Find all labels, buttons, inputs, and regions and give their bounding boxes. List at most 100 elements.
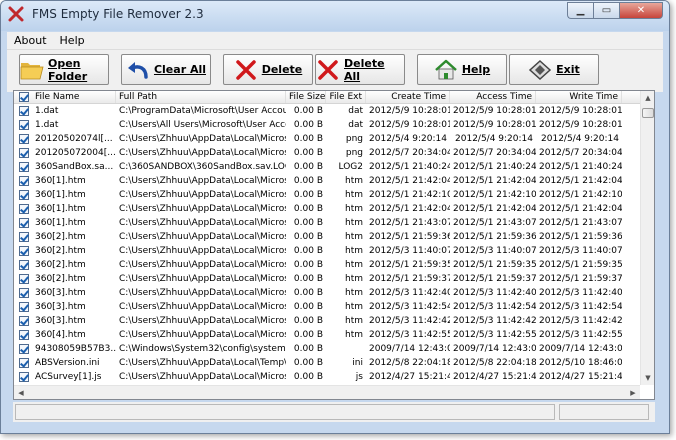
header-full-path[interactable]: Full Path xyxy=(116,91,286,103)
cell-path: C:\Users\Zhhuu\AppData\Local\Microso... xyxy=(119,134,286,144)
cell-create: 2012/5/4 9:20:14 xyxy=(369,134,447,144)
row-checkbox[interactable] xyxy=(19,274,29,284)
table-row[interactable]: 1.dat C:\Users\All Users\Microsoft\User A… xyxy=(14,118,640,132)
cell-create: 2009/7/14 12:43:06 xyxy=(369,344,450,354)
header-access-time[interactable]: Access Time xyxy=(450,91,536,103)
table-row[interactable]: 94308059B57B3... C:\Windows\System32\conf… xyxy=(14,342,640,356)
row-checkbox[interactable] xyxy=(19,176,29,186)
help-button[interactable]: Help xyxy=(417,54,507,85)
scroll-left-icon[interactable]: ◀ xyxy=(14,386,28,399)
cell-ext: htm xyxy=(345,176,363,186)
cell-name: 1.dat xyxy=(35,120,59,130)
table-row[interactable]: 360[2].htm C:\Users\Zhhuu\AppData\Local\M… xyxy=(14,272,640,286)
cell-write: 2012/5/4 9:20:14 xyxy=(541,134,619,144)
cell-access: 2012/5/9 10:28:01 xyxy=(453,120,536,130)
cell-create: 2012/5/3 11:42:40 xyxy=(369,288,450,298)
row-checkbox[interactable] xyxy=(19,330,29,340)
delete-all-button[interactable]: Delete All xyxy=(315,54,405,85)
cell-access: 2012/5/1 21:59:36 xyxy=(453,232,536,242)
cell-size: 0.00 B xyxy=(293,316,323,326)
cell-create: 2012/5/1 21:59:35 xyxy=(369,260,450,270)
cell-path: C:\Windows\System32\config\systempro... xyxy=(119,344,286,354)
clear-all-button[interactable]: Clear All xyxy=(121,54,211,85)
row-checkbox[interactable] xyxy=(19,246,29,256)
row-checkbox[interactable] xyxy=(19,106,29,116)
cell-path: C:\ProgramData\Microsoft\User Account ..… xyxy=(119,106,286,116)
scroll-up-icon[interactable]: ▲ xyxy=(641,91,654,105)
scroll-thumb[interactable] xyxy=(642,108,654,118)
row-checkbox[interactable] xyxy=(19,344,29,354)
row-checkbox[interactable] xyxy=(19,134,29,144)
close-button[interactable]: ✕ xyxy=(619,2,663,19)
table-row[interactable]: 360[2].htm C:\Users\Zhhuu\AppData\Local\M… xyxy=(14,244,640,258)
header-file-size[interactable]: File Size xyxy=(286,91,326,103)
minimize-button[interactable]: ▁ xyxy=(567,2,593,19)
menu-help[interactable]: Help xyxy=(53,34,91,47)
table-row[interactable]: 360[3].htm C:\Users\Zhhuu\AppData\Local\M… xyxy=(14,286,640,300)
file-list[interactable]: File Name Full Path File Size File Ext C… xyxy=(13,90,655,400)
table-row[interactable]: 20120502074l[... C:\Users\Zhhuu\AppData\L… xyxy=(14,132,640,146)
row-checkbox[interactable] xyxy=(19,190,29,200)
row-checkbox[interactable] xyxy=(19,218,29,228)
table-row[interactable]: 360[1].htm C:\Users\Zhhuu\AppData\Local\M… xyxy=(14,174,640,188)
cell-write: 2012/5/1 21:59:36 xyxy=(539,232,622,242)
title-bar[interactable]: FMS Empty File Remover 2.3 ▁ ▭ ✕ xyxy=(1,1,669,31)
cell-ext: htm xyxy=(345,260,363,270)
row-checkbox[interactable] xyxy=(19,232,29,242)
row-checkbox[interactable] xyxy=(19,288,29,298)
toolbar: Open Folder Clear All Delete Delete All xyxy=(7,49,663,92)
table-row[interactable]: ACSurvey[1].js C:\Users\Zhhuu\AppData\Loc… xyxy=(14,370,640,384)
cell-ext: js xyxy=(355,372,363,382)
table-row[interactable]: ABSVersion.ini C:\Users\Zhhuu\AppData\Loc… xyxy=(14,356,640,370)
minimize-icon: ▁ xyxy=(576,5,585,16)
row-checkbox[interactable] xyxy=(19,162,29,172)
table-row[interactable]: 360[2].htm C:\Users\Zhhuu\AppData\Local\M… xyxy=(14,258,640,272)
table-row[interactable]: 201205072004[... C:\Users\Zhhuu\AppData\L… xyxy=(14,146,640,160)
open-folder-button[interactable]: Open Folder xyxy=(19,54,109,85)
table-row[interactable]: 360[3].htm C:\Users\Zhhuu\AppData\Local\M… xyxy=(14,314,640,328)
select-all-checkbox[interactable] xyxy=(19,92,29,102)
open-folder-label: Open Folder xyxy=(48,56,88,83)
maximize-button[interactable]: ▭ xyxy=(593,2,619,19)
cell-size: 0.00 B xyxy=(293,134,323,144)
cell-name: 360[2].htm xyxy=(35,260,86,270)
row-checkbox[interactable] xyxy=(19,316,29,326)
vertical-scrollbar[interactable]: ▲ ▼ xyxy=(640,91,654,385)
cell-size: 0.00 B xyxy=(293,344,323,354)
menu-about[interactable]: About xyxy=(7,34,53,47)
table-row[interactable]: 360[4].htm C:\Users\Zhhuu\AppData\Local\M… xyxy=(14,328,640,342)
cell-write: 2012/5/10 18:46:09 xyxy=(539,358,622,368)
table-row[interactable]: 1.dat C:\ProgramData\Microsoft\User Accou… xyxy=(14,104,640,118)
cell-size: 0.00 B xyxy=(293,260,323,270)
cell-create: 2012/5/9 10:28:01 xyxy=(369,120,450,130)
exit-button[interactable]: Exit xyxy=(509,54,599,85)
row-checkbox[interactable] xyxy=(19,260,29,270)
cell-size: 0.00 B xyxy=(293,162,323,172)
delete-button[interactable]: Delete xyxy=(223,54,313,85)
table-row[interactable]: 360[3].htm C:\Users\Zhhuu\AppData\Local\M… xyxy=(14,300,640,314)
table-row[interactable]: 360[1].htm C:\Users\Zhhuu\AppData\Local\M… xyxy=(14,202,640,216)
cell-name: 360[1].htm xyxy=(35,176,86,186)
header-create-time[interactable]: Create Time xyxy=(366,91,450,103)
row-checkbox[interactable] xyxy=(19,148,29,158)
scroll-down-icon[interactable]: ▼ xyxy=(641,371,654,385)
row-checkbox[interactable] xyxy=(19,358,29,368)
cell-create: 2012/5/3 11:42:42 xyxy=(369,316,450,326)
header-file-name[interactable]: File Name xyxy=(32,91,116,103)
scroll-right-icon[interactable]: ▶ xyxy=(626,386,640,399)
list-header: File Name Full Path File Size File Ext C… xyxy=(14,91,640,104)
horizontal-scrollbar[interactable]: ◀ ▶ xyxy=(14,385,640,399)
cell-size: 0.00 B xyxy=(293,288,323,298)
row-checkbox[interactable] xyxy=(19,204,29,214)
header-file-ext[interactable]: File Ext xyxy=(326,91,366,103)
table-row[interactable]: 360[1].htm C:\Users\Zhhuu\AppData\Local\M… xyxy=(14,188,640,202)
header-write-time[interactable]: Write Time xyxy=(536,91,622,103)
status-pane-main xyxy=(15,404,555,420)
table-row[interactable]: 360SandBox.sa... C:\360SANDBOX\360SandBox… xyxy=(14,160,640,174)
table-row[interactable]: 360[1].htm C:\Users\Zhhuu\AppData\Local\M… xyxy=(14,216,640,230)
row-checkbox[interactable] xyxy=(19,302,29,312)
row-checkbox[interactable] xyxy=(19,372,29,382)
row-checkbox[interactable] xyxy=(19,120,29,130)
cell-write: 2012/5/1 21:59:35 xyxy=(539,260,622,270)
table-row[interactable]: 360[2].htm C:\Users\Zhhuu\AppData\Local\M… xyxy=(14,230,640,244)
